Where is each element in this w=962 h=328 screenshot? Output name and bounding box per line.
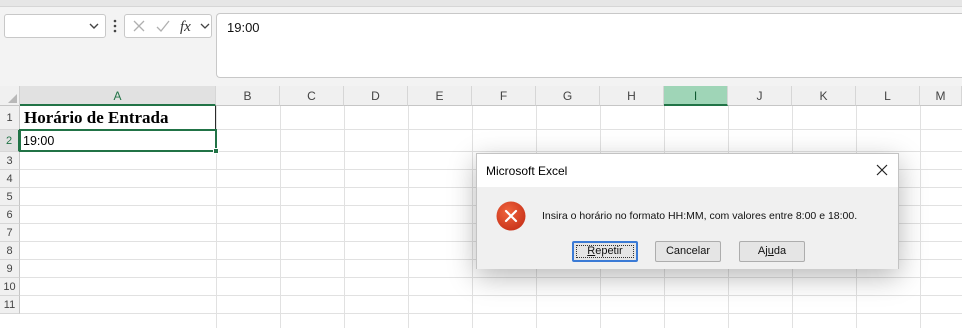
row-header-11[interactable]: 11 xyxy=(0,296,20,314)
select-all-button[interactable] xyxy=(0,86,20,106)
fill-handle[interactable] xyxy=(213,148,219,154)
gridline xyxy=(20,295,962,296)
gridline xyxy=(20,313,962,314)
row-header-7[interactable]: 7 xyxy=(0,224,20,242)
chevron-down-icon[interactable] xyxy=(88,19,100,33)
cancel-button[interactable]: Cancelar xyxy=(655,241,721,262)
error-icon xyxy=(496,201,526,231)
svg-text:fx: fx xyxy=(180,19,191,35)
formula-input[interactable]: 19:00 xyxy=(216,13,962,78)
row-header-2[interactable]: 2 xyxy=(0,130,20,152)
name-box[interactable] xyxy=(4,14,106,38)
dialog-titlebar[interactable]: Microsoft Excel xyxy=(477,154,898,187)
more-vertical-icon[interactable] xyxy=(112,16,118,36)
column-header-d[interactable]: D xyxy=(344,86,408,106)
row-header-3[interactable]: 3 xyxy=(0,152,20,170)
column-header-e[interactable]: E xyxy=(408,86,472,106)
row-header-8[interactable]: 8 xyxy=(0,242,20,260)
insert-function-icon[interactable]: fx xyxy=(179,15,197,37)
column-header-h[interactable]: H xyxy=(600,86,664,106)
column-header-m[interactable]: M xyxy=(920,86,962,106)
gridline xyxy=(20,277,962,278)
help-button[interactable]: Ajuda xyxy=(739,241,805,262)
chevron-down-icon[interactable] xyxy=(199,15,211,37)
column-header-b[interactable]: B xyxy=(216,86,280,106)
row-header-6[interactable]: 6 xyxy=(0,206,20,224)
close-icon[interactable] xyxy=(870,159,894,181)
column-header-i[interactable]: I xyxy=(664,86,728,106)
column-header-k[interactable]: K xyxy=(792,86,856,106)
column-header-c[interactable]: C xyxy=(280,86,344,106)
dialog-message: Insira o horário no formato HH:MM, com v… xyxy=(542,210,858,222)
row-header-5[interactable]: 5 xyxy=(0,188,20,206)
column-header-f[interactable]: F xyxy=(472,86,536,106)
cancel-icon[interactable] xyxy=(131,15,147,37)
row-header-1[interactable]: 1 xyxy=(0,106,20,130)
dialog-title: Microsoft Excel xyxy=(486,164,568,178)
top-strip xyxy=(0,0,962,7)
select-all-icon xyxy=(8,94,17,103)
column-header-l[interactable]: L xyxy=(856,86,920,106)
row-header-9[interactable]: 9 xyxy=(0,260,20,278)
retry-button[interactable]: Repetir xyxy=(572,241,638,262)
cell-a1[interactable]: Horário de Entrada xyxy=(24,108,169,128)
help-label-pre: Aj xyxy=(757,245,768,257)
active-cell-selection[interactable] xyxy=(19,129,217,152)
column-header-a[interactable]: A xyxy=(20,86,216,106)
focus-ring xyxy=(576,245,634,258)
help-label-post: da xyxy=(773,245,787,257)
formula-controls: fx xyxy=(124,14,212,38)
row-header-10[interactable]: 10 xyxy=(0,278,20,296)
column-header-j[interactable]: J xyxy=(728,86,792,106)
confirm-icon[interactable] xyxy=(155,15,171,37)
column-header-g[interactable]: G xyxy=(536,86,600,106)
error-dialog: Microsoft Excel Insira o horário no form… xyxy=(476,153,899,269)
row-header-4[interactable]: 4 xyxy=(0,170,20,188)
